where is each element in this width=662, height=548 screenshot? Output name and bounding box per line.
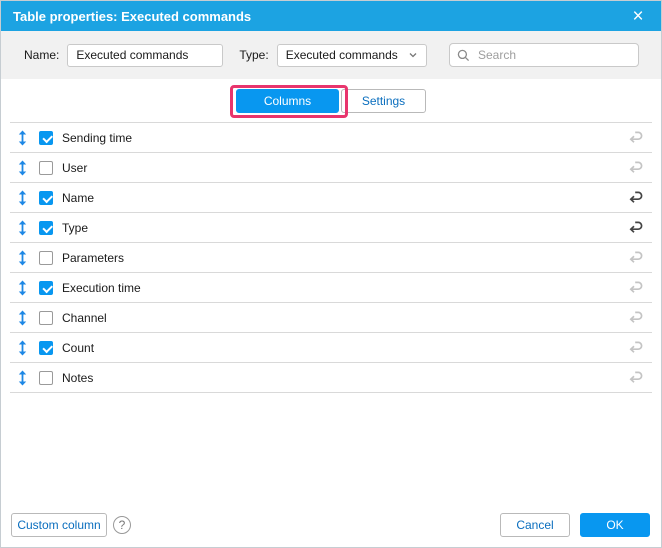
column-row: Count: [10, 333, 652, 363]
column-checkbox[interactable]: [39, 370, 53, 385]
reset-column-button[interactable]: [628, 161, 644, 175]
search-input[interactable]: [476, 47, 631, 63]
reset-column-button[interactable]: [628, 221, 644, 235]
column-row: Execution time: [10, 273, 652, 303]
undo-icon: [629, 251, 642, 263]
column-row: Channel: [10, 303, 652, 333]
reset-column-button[interactable]: [628, 341, 644, 355]
column-label: Type: [62, 220, 89, 235]
dialog-title: Table properties: Executed commands: [13, 8, 252, 24]
column-row: Parameters: [10, 243, 652, 273]
column-checkbox[interactable]: [39, 190, 53, 205]
ok-button[interactable]: OK: [580, 513, 650, 537]
column-label: Execution time: [62, 280, 141, 295]
drag-vertical-arrows-icon: [18, 160, 26, 175]
column-label: Parameters: [62, 250, 125, 265]
type-select[interactable]: Executed commands: [276, 43, 427, 67]
undo-icon: [629, 341, 642, 353]
drag-handle[interactable]: [15, 160, 29, 176]
name-label: Name:: [24, 48, 60, 62]
type-label: Type:: [239, 48, 269, 62]
custom-column-button[interactable]: Custom column: [11, 513, 107, 537]
column-label: User: [62, 160, 88, 175]
undo-icon: [629, 161, 642, 173]
tab-settings[interactable]: Settings: [341, 89, 426, 113]
name-input[interactable]: [67, 43, 224, 67]
drag-vertical-arrows-icon: [18, 220, 26, 235]
column-checkbox[interactable]: [39, 280, 53, 295]
reset-column-button[interactable]: [628, 191, 644, 205]
undo-icon: [629, 131, 642, 143]
drag-handle[interactable]: [15, 190, 29, 206]
chevron-down-icon: [409, 53, 417, 58]
drag-vertical-arrows-icon: [18, 370, 26, 385]
column-label: Sending time: [62, 130, 133, 145]
tab-columns[interactable]: Columns: [236, 89, 339, 113]
column-label: Count: [62, 340, 95, 355]
reset-column-button[interactable]: [628, 281, 644, 295]
column-checkbox[interactable]: [39, 160, 53, 175]
drag-vertical-arrows-icon: [18, 250, 26, 265]
drag-handle[interactable]: [15, 220, 29, 236]
dialog-titlebar: Table properties: Executed commands ×: [1, 1, 661, 31]
column-checkbox[interactable]: [39, 340, 53, 355]
drag-handle[interactable]: [15, 130, 29, 146]
drag-vertical-arrows-icon: [18, 310, 26, 325]
close-icon[interactable]: ×: [627, 5, 649, 27]
help-icon[interactable]: ?: [113, 516, 131, 534]
drag-vertical-arrows-icon: [18, 340, 26, 355]
column-checkbox[interactable]: [39, 250, 53, 265]
column-label: Name: [62, 190, 95, 205]
drag-vertical-arrows-icon: [18, 130, 26, 145]
column-row: Sending time: [10, 123, 652, 153]
reset-column-button[interactable]: [628, 251, 644, 265]
drag-handle[interactable]: [15, 280, 29, 296]
column-checkbox[interactable]: [39, 220, 53, 235]
column-list: Sending time User Name Type Parameters E…: [10, 122, 652, 393]
undo-icon: [629, 311, 642, 323]
column-row: Type: [10, 213, 652, 243]
column-checkbox[interactable]: [39, 310, 53, 325]
drag-vertical-arrows-icon: [18, 190, 26, 205]
column-row: Name: [10, 183, 652, 213]
column-row: Notes: [10, 363, 652, 393]
column-checkbox[interactable]: [39, 130, 53, 145]
tab-bar: Columns Settings: [1, 89, 661, 113]
cancel-button[interactable]: Cancel: [500, 513, 570, 537]
reset-column-button[interactable]: [628, 131, 644, 145]
undo-icon: [629, 371, 642, 383]
drag-handle[interactable]: [15, 310, 29, 326]
type-select-value: Executed commands: [285, 48, 398, 62]
reset-column-button[interactable]: [628, 311, 644, 325]
undo-icon: [629, 281, 642, 293]
undo-icon: [629, 221, 642, 233]
column-label: Notes: [62, 370, 94, 385]
undo-icon: [629, 191, 642, 203]
search-icon: [457, 49, 470, 61]
drag-vertical-arrows-icon: [18, 280, 26, 295]
reset-column-button[interactable]: [628, 371, 644, 385]
column-label: Channel: [62, 310, 107, 325]
drag-handle[interactable]: [15, 370, 29, 386]
search-box[interactable]: [449, 43, 639, 67]
column-row: User: [10, 153, 652, 183]
drag-handle[interactable]: [15, 340, 29, 356]
properties-toolbar: Name: Type: Executed commands: [1, 31, 661, 79]
drag-handle[interactable]: [15, 250, 29, 266]
table-properties-dialog: Table properties: Executed commands × Na…: [0, 0, 662, 548]
